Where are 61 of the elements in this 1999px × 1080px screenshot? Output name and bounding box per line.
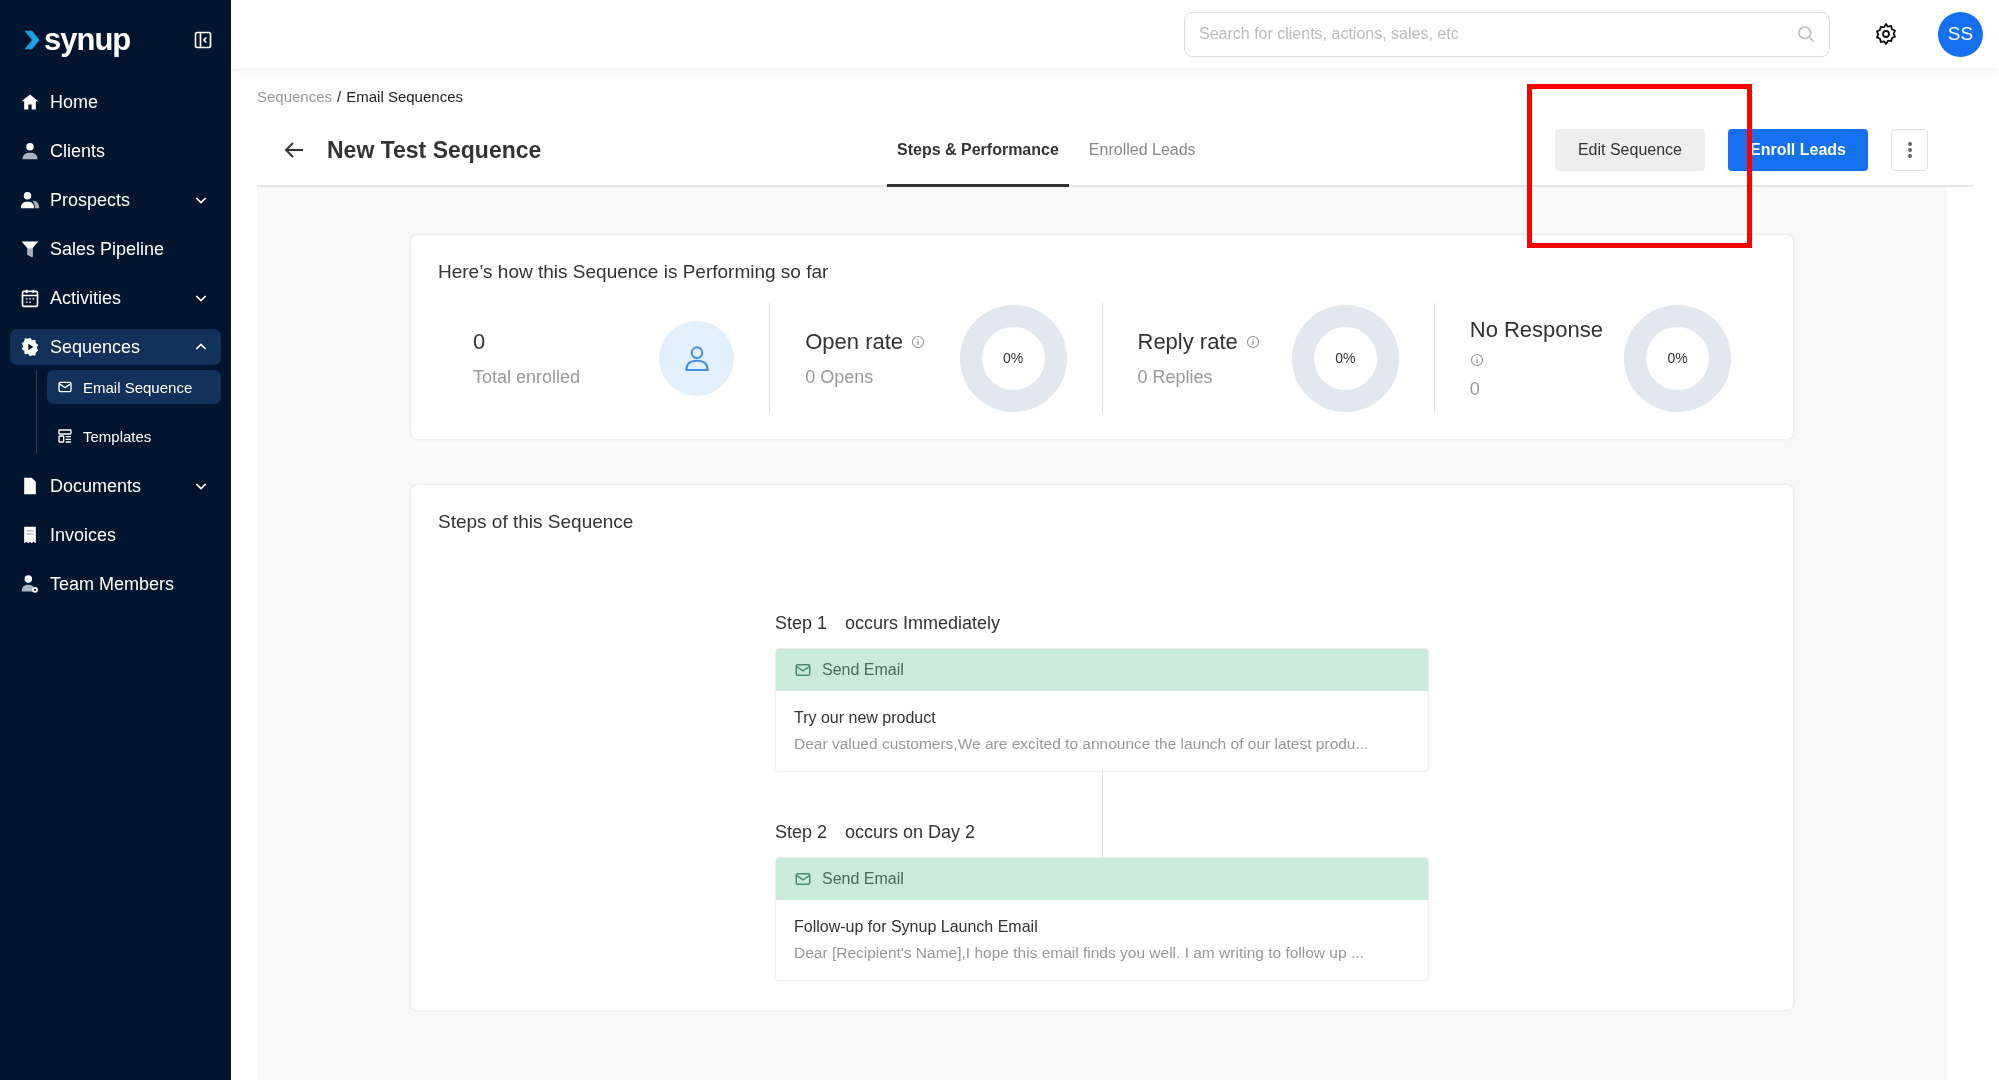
nav-subitem[interactable]: Email Sequence bbox=[47, 370, 221, 404]
nav-item[interactable]: Activities bbox=[10, 280, 221, 316]
donut-reading: 0% bbox=[1334, 349, 1357, 368]
page-title: New Test Sequence bbox=[327, 136, 543, 164]
nav-item[interactable]: Prospects bbox=[10, 182, 221, 218]
email-subject: Follow-up for Synup Launch Email bbox=[794, 918, 1039, 936]
mail-icon bbox=[57, 379, 73, 395]
stat-title: Open rate bbox=[805, 328, 904, 355]
people-icon bbox=[20, 190, 40, 210]
nav-item[interactable]: Documents bbox=[10, 468, 221, 504]
stat-title: No Response bbox=[1469, 316, 1604, 343]
stat-label: 0 bbox=[1469, 378, 1481, 400]
stat-label: 0 Opens bbox=[805, 366, 875, 388]
person-icon bbox=[20, 141, 40, 161]
tab[interactable]: Enrolled Leads bbox=[1078, 115, 1206, 187]
template-icon bbox=[57, 428, 73, 444]
nav-item[interactable]: Sales Pipeline bbox=[10, 231, 221, 267]
settings-icon[interactable] bbox=[1874, 22, 1898, 46]
email-preview: Dear valued customers,We are excited to announce the launch of our latest produ... bbox=[794, 735, 1370, 753]
search-icon bbox=[1796, 23, 1816, 44]
mail-icon bbox=[794, 870, 812, 888]
mail-icon bbox=[794, 661, 812, 679]
funnel-icon bbox=[20, 239, 40, 259]
more-button[interactable] bbox=[1891, 129, 1928, 171]
breadcrumb-separator: / bbox=[337, 88, 342, 105]
step-number: Step 1 bbox=[775, 613, 828, 634]
calendar-icon bbox=[20, 288, 40, 308]
donut-reading: 0% bbox=[1666, 349, 1689, 368]
info-icon bbox=[911, 334, 926, 349]
info-icon bbox=[1245, 334, 1260, 349]
email-preview: Dear [Recipient's Name],I hope this email finds you well. I am writing to follow up ... bbox=[794, 944, 1365, 962]
card-title: Here’s how this Sequence is Performing so far bbox=[438, 261, 830, 283]
nav-item[interactable]: Home bbox=[10, 84, 221, 120]
home-icon bbox=[20, 92, 40, 112]
step-timing: occurs Immediately bbox=[845, 613, 1001, 634]
donut-reading: 0% bbox=[1001, 349, 1025, 368]
stat-value: 0 bbox=[473, 328, 487, 355]
person-gear-icon bbox=[20, 574, 40, 594]
search-field[interactable]: Search for clients, actions, sales, etc bbox=[1184, 11, 1830, 57]
sidebar-toggle-icon[interactable] bbox=[193, 30, 213, 50]
avatar[interactable]: SS bbox=[1938, 11, 1983, 57]
stat-title: Reply rate bbox=[1137, 328, 1238, 355]
step-number: Step 2 bbox=[775, 822, 828, 843]
stat-label: 0 Replies bbox=[1137, 366, 1214, 388]
info-icon bbox=[1469, 352, 1484, 367]
gear-icon bbox=[20, 337, 40, 357]
breadcrumb-current: Email Sequences bbox=[346, 88, 463, 105]
stat-label: Total enrolled bbox=[473, 366, 581, 388]
synup-logo: synup bbox=[22, 22, 131, 58]
edit-button[interactable]: Edit Sequence bbox=[1554, 129, 1705, 171]
nav-subitem[interactable]: Templates bbox=[47, 419, 221, 453]
more-icon bbox=[1907, 142, 1912, 158]
nav-item[interactable]: Invoices bbox=[10, 517, 221, 553]
nav-item[interactable]: Sequences bbox=[10, 329, 221, 365]
card-title: Steps of this Sequence bbox=[438, 511, 635, 533]
nav-item[interactable]: Team Members bbox=[10, 566, 221, 602]
email-subject: Try our new product bbox=[794, 709, 937, 727]
nav-item[interactable]: Clients bbox=[10, 133, 221, 169]
step-action: Send Email bbox=[822, 870, 904, 888]
step-action: Send Email bbox=[822, 661, 904, 679]
step-timing: occurs on Day 2 bbox=[845, 822, 976, 843]
